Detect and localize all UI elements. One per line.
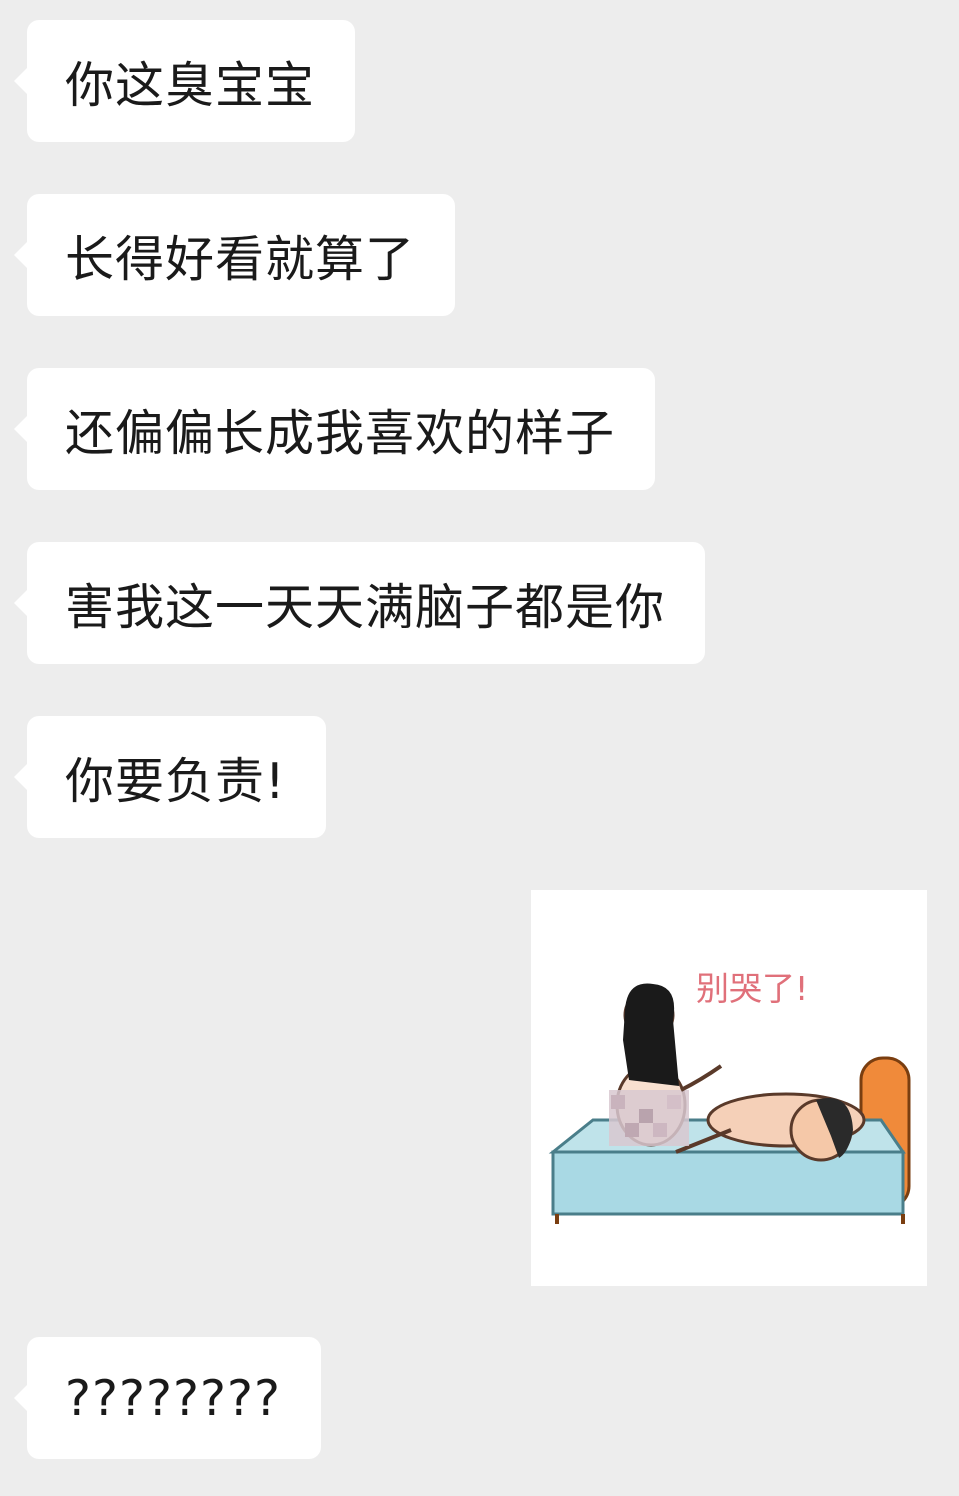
message-bubble[interactable]: 还偏偏长成我喜欢的样子 — [13, 368, 656, 490]
message-text: 还偏偏长成我喜欢的样子 — [65, 404, 616, 462]
message-text: 你这臭宝宝 — [65, 56, 316, 114]
couple-on-bed-sticker-icon — [548, 983, 911, 1224]
message-bubble[interactable]: ???????? — [13, 1337, 322, 1459]
message-text: ???????? — [65, 1369, 282, 1427]
message-text: 害我这一天天满脑子都是你 — [65, 578, 666, 636]
message-bubble[interactable]: 长得好看就算了 — [13, 194, 456, 316]
message-bubble[interactable]: 你要负责! — [14, 716, 326, 838]
sticker-caption: 别哭了! — [696, 969, 809, 1008]
message-bubble[interactable]: 害我这一天天满脑子都是你 — [13, 542, 706, 664]
message-text: 长得好看就算了 — [65, 230, 416, 288]
message-text: 你要负责! — [65, 752, 286, 810]
sticker-message[interactable]: 别哭了! — [531, 890, 927, 1286]
message-bubble[interactable]: 你这臭宝宝 — [13, 20, 356, 142]
